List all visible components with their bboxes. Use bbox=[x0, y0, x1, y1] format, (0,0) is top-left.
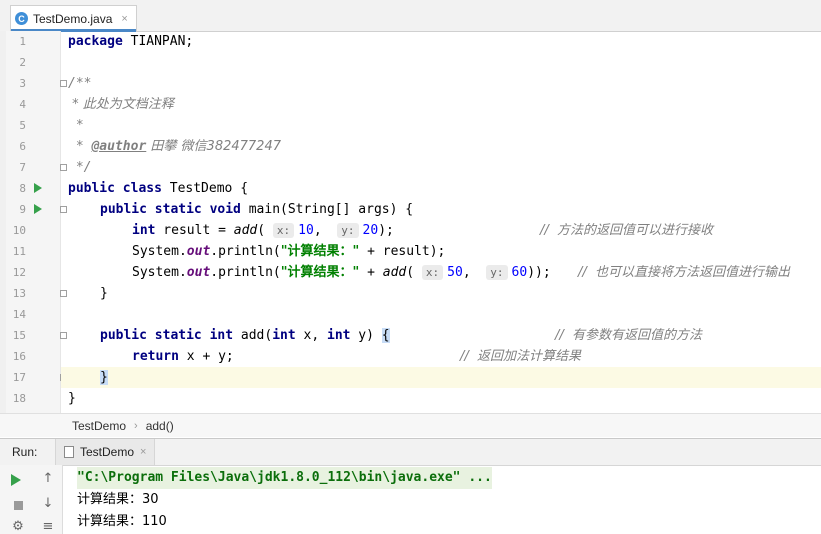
line-number: 12 bbox=[12, 266, 26, 279]
editor-tab-bar: C TestDemo.java × bbox=[0, 0, 821, 32]
code-comment: // 方法的返回值可以进行接收 bbox=[540, 223, 714, 238]
wrap-icon[interactable]: ≡ bbox=[39, 519, 57, 534]
line-number: 2 bbox=[19, 56, 26, 69]
param-hint: y: bbox=[337, 223, 359, 238]
stop-icon[interactable] bbox=[14, 501, 23, 510]
code-line-7: */ bbox=[68, 160, 92, 175]
code-line-17: } bbox=[100, 367, 108, 388]
code-line-3: /** bbox=[68, 76, 92, 91]
code-comment: // 返回加法计算结果 bbox=[460, 349, 582, 364]
line-number: 3 bbox=[19, 77, 26, 90]
run-panel-header: Run: TestDemo × bbox=[0, 438, 821, 466]
code-line-13: } bbox=[100, 286, 108, 301]
line-number: 14 bbox=[12, 308, 26, 321]
console-icon bbox=[64, 446, 74, 458]
close-icon[interactable]: × bbox=[140, 446, 146, 458]
param-hint: x: bbox=[421, 265, 444, 280]
param-hint: x: bbox=[272, 223, 295, 238]
code-line-15: public static int add(int x, int y) { bbox=[100, 328, 390, 343]
run-class-icon[interactable] bbox=[34, 183, 42, 193]
breadcrumb-separator: › bbox=[134, 419, 138, 432]
code-line-8: public class TestDemo { bbox=[68, 181, 249, 196]
code-line-10: int result = add( x: 10, y: 20); bbox=[132, 223, 394, 238]
code-line-12: System.out.println("计算结果：" + add( x: 50, … bbox=[132, 265, 551, 280]
run-label: Run: bbox=[12, 445, 38, 459]
close-icon[interactable]: × bbox=[121, 13, 127, 25]
line-number: 9 bbox=[19, 203, 26, 216]
run-main-icon[interactable] bbox=[34, 204, 42, 214]
code-line-1: package TIANPAN; bbox=[68, 34, 194, 49]
line-number: 8 bbox=[19, 182, 26, 195]
line-number: 17 bbox=[12, 371, 26, 384]
java-class-icon: C bbox=[15, 12, 28, 25]
code-line-11: System.out.println("计算结果：" + result); bbox=[132, 244, 446, 259]
code-editor[interactable]: package TIANPAN; /** * 此处为文档注释 * * @auth… bbox=[61, 31, 821, 413]
editor-gutter: 1 2 3 4 5 6 7 8 9 10 11 12 13 14 15 16 1… bbox=[6, 31, 67, 413]
breadcrumb: TestDemo › add() bbox=[0, 413, 821, 437]
param-hint: y: bbox=[486, 265, 508, 280]
matched-brace: { bbox=[381, 328, 390, 343]
matched-brace: } bbox=[100, 370, 108, 385]
code-line-5: * bbox=[68, 118, 84, 133]
up-arrow-icon[interactable]: ↑ bbox=[39, 471, 57, 486]
editor-tab-testdemo[interactable]: C TestDemo.java × bbox=[10, 5, 137, 32]
code-comment: // 也可以直接将方法返回值进行输出 bbox=[578, 265, 791, 280]
code-comment: // 有参数有返回值的方法 bbox=[555, 328, 703, 343]
console-line: "C:\Program Files\Java\jdk1.8.0_112\bin\… bbox=[77, 467, 492, 489]
settings-icon[interactable]: ⚙ bbox=[9, 519, 27, 534]
breadcrumb-item[interactable]: TestDemo bbox=[72, 419, 126, 433]
line-number: 11 bbox=[12, 245, 26, 258]
line-number: 18 bbox=[12, 392, 26, 405]
run-tab-testdemo[interactable]: TestDemo × bbox=[55, 439, 156, 465]
breadcrumb-item[interactable]: add() bbox=[146, 419, 174, 433]
code-line-9: public static void main(String[] args) { bbox=[100, 202, 414, 217]
run-toolbar: ⚙ ↑ ↓ ≡ bbox=[0, 465, 63, 534]
line-number: 7 bbox=[19, 161, 26, 174]
code-line-6: * @author 田攀 微信382477247 bbox=[68, 139, 281, 154]
console-line: 计算结果：30 bbox=[77, 492, 159, 507]
line-number: 1 bbox=[19, 35, 26, 48]
line-number: 16 bbox=[12, 350, 26, 363]
line-number: 13 bbox=[12, 287, 26, 300]
down-arrow-icon[interactable]: ↓ bbox=[39, 496, 57, 511]
line-number: 6 bbox=[19, 140, 26, 153]
line-number: 5 bbox=[19, 119, 26, 132]
line-number: 10 bbox=[12, 224, 26, 237]
console-line: 计算结果：110 bbox=[77, 514, 167, 529]
editor-tab-label: TestDemo.java bbox=[33, 11, 113, 26]
line-number: 4 bbox=[19, 98, 26, 111]
code-line-16: return x + y; bbox=[132, 349, 234, 364]
play-icon[interactable] bbox=[11, 474, 21, 486]
code-line-18: } bbox=[68, 391, 76, 406]
line-number: 15 bbox=[12, 329, 26, 342]
code-line-4: * 此处为文档注释 bbox=[68, 97, 174, 112]
run-tab-label: TestDemo bbox=[80, 445, 135, 459]
